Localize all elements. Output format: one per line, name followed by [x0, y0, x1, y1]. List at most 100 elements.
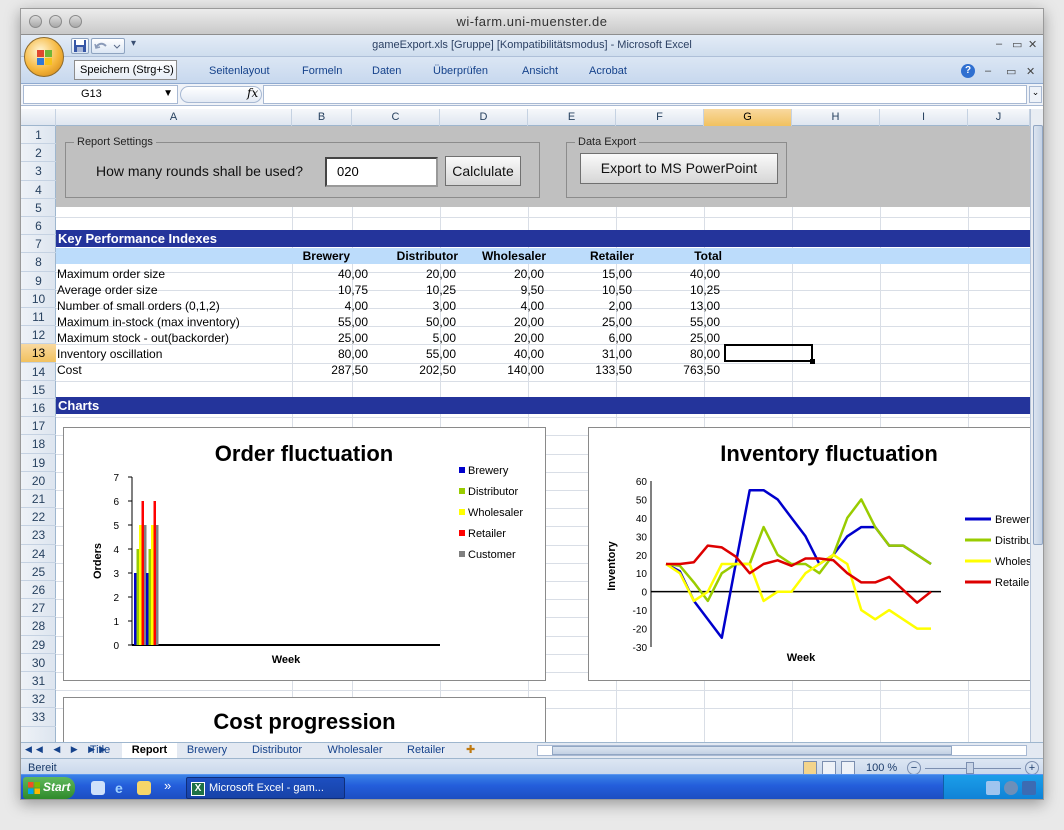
taskbar-excel-button[interactable]: X Microsoft Excel - gam...: [186, 777, 345, 799]
page-layout-view-icon[interactable]: [822, 761, 836, 775]
row-header-16[interactable]: 16: [21, 399, 56, 418]
kpi-cell[interactable]: 80,00: [268, 347, 368, 361]
kpi-cell[interactable]: 20,00: [444, 331, 544, 345]
ribbon-tab-daten[interactable]: Daten: [372, 65, 401, 77]
kpi-cell[interactable]: 13,00: [620, 299, 720, 313]
kpi-cell[interactable]: 80,00: [620, 347, 720, 361]
rounds-input[interactable]: 020: [325, 157, 438, 187]
start-button[interactable]: Start: [23, 777, 75, 799]
doc-close-icon[interactable]: ✕: [1026, 65, 1035, 78]
ribbon-tab-seitenlayout[interactable]: Seitenlayout: [209, 65, 270, 77]
kpi-cell[interactable]: 3,00: [356, 299, 456, 313]
inventory-fluctuation-chart[interactable]: Inventory fluctuation 60 50 40 30 20 10 0 -10 -20…: [588, 427, 1030, 681]
calculate-button[interactable]: Calclulate: [445, 156, 521, 186]
network-icon[interactable]: [986, 781, 1000, 795]
row-header-26[interactable]: 26: [21, 581, 56, 600]
row-header-31[interactable]: 31: [21, 672, 56, 691]
sheet-tab-retailer[interactable]: Retailer: [396, 743, 456, 758]
row-header-25[interactable]: 25: [21, 563, 56, 581]
sheet-tab-title[interactable]: Title: [79, 743, 121, 758]
outlook-icon[interactable]: [137, 781, 151, 795]
kpi-cell[interactable]: 2,00: [532, 299, 632, 313]
office-button[interactable]: [24, 37, 64, 77]
column-header-a[interactable]: A: [56, 109, 292, 126]
column-header-h[interactable]: H: [792, 109, 880, 126]
zoom-in-icon[interactable]: +: [1025, 761, 1039, 775]
row-header-8[interactable]: 8: [21, 253, 56, 272]
column-header-e[interactable]: E: [528, 109, 616, 126]
row-header-18[interactable]: 18: [21, 435, 56, 454]
row-header-5[interactable]: 5: [21, 199, 56, 217]
select-all-corner[interactable]: [21, 109, 56, 126]
selected-cell-g13[interactable]: [724, 344, 815, 364]
row-header-12[interactable]: 12: [21, 326, 56, 345]
row-header-6[interactable]: 6: [21, 217, 56, 236]
quicklaunch-more-icon[interactable]: »: [164, 778, 171, 793]
kpi-cell[interactable]: 763,50: [620, 363, 720, 377]
kpi-cell[interactable]: 31,00: [532, 347, 632, 361]
kpi-cell[interactable]: 202,50: [356, 363, 456, 377]
doc-minimize-icon[interactable]: ‒: [985, 65, 991, 77]
sheet-tab-brewery[interactable]: Brewery: [178, 743, 236, 758]
row-header-24[interactable]: 24: [21, 545, 56, 563]
worksheet-grid[interactable]: Report Settings How many rounds shall be…: [56, 126, 1030, 742]
row-header-10[interactable]: 10: [21, 290, 56, 308]
row-header-14[interactable]: 14: [21, 363, 56, 381]
kpi-cell[interactable]: 10,25: [356, 283, 456, 297]
row-header-1[interactable]: 1: [21, 126, 56, 145]
row-header-22[interactable]: 22: [21, 508, 56, 527]
row-header-27[interactable]: 27: [21, 599, 56, 618]
column-header-g[interactable]: G: [704, 109, 792, 126]
row-header-30[interactable]: 30: [21, 654, 56, 672]
expand-formula-bar-icon[interactable]: ⌄: [1029, 86, 1042, 103]
kpi-cell[interactable]: 55,00: [268, 315, 368, 329]
sheet-tab-report[interactable]: Report: [122, 743, 177, 758]
ribbon-tab-formeln[interactable]: Formeln: [302, 65, 342, 77]
kpi-cell[interactable]: 20,00: [356, 267, 456, 281]
close-icon[interactable]: ✕: [1028, 38, 1037, 51]
kpi-cell[interactable]: 140,00: [444, 363, 544, 377]
column-header-d[interactable]: D: [440, 109, 528, 126]
kpi-cell[interactable]: 10,25: [620, 283, 720, 297]
row-header-17[interactable]: 17: [21, 417, 56, 436]
kpi-cell[interactable]: 40,00: [620, 267, 720, 281]
row-header-9[interactable]: 9: [21, 272, 56, 290]
kpi-cell[interactable]: 5,00: [356, 331, 456, 345]
kpi-cell[interactable]: 20,00: [444, 315, 544, 329]
minimize-icon[interactable]: ‒: [996, 38, 1002, 50]
kpi-cell[interactable]: 55,00: [620, 315, 720, 329]
security-icon[interactable]: [1004, 781, 1018, 795]
column-header-b[interactable]: B: [292, 109, 352, 126]
kpi-cell[interactable]: 4,00: [268, 299, 368, 313]
insert-function-icon[interactable]: fx: [247, 86, 258, 100]
zoom-slider-thumb[interactable]: [966, 762, 974, 774]
page-break-view-icon[interactable]: [841, 761, 855, 775]
ribbon-tab-acrobat[interactable]: Acrobat: [589, 65, 627, 77]
row-header-29[interactable]: 29: [21, 636, 56, 654]
column-header-i[interactable]: I: [880, 109, 968, 126]
kpi-cell[interactable]: 9,50: [444, 283, 544, 297]
restore-icon[interactable]: ▭: [1012, 38, 1022, 51]
kpi-cell[interactable]: 15,00: [532, 267, 632, 281]
desktop-icon[interactable]: [91, 781, 105, 795]
zoom-out-icon[interactable]: −: [907, 761, 921, 775]
row-header-20[interactable]: 20: [21, 472, 56, 490]
ribbon-tab-ansicht[interactable]: Ansicht: [522, 65, 558, 77]
kpi-cell[interactable]: 6,00: [532, 331, 632, 345]
kpi-cell[interactable]: 10,75: [268, 283, 368, 297]
help-icon[interactable]: ?: [961, 64, 975, 78]
formula-input[interactable]: [263, 85, 1027, 104]
name-box[interactable]: G13 ▼: [23, 85, 178, 104]
kpi-cell[interactable]: 40,00: [444, 347, 544, 361]
kpi-cell[interactable]: 50,00: [356, 315, 456, 329]
kpi-cell[interactable]: 287,50: [268, 363, 368, 377]
row-header-15[interactable]: 15: [21, 381, 56, 399]
kpi-cell[interactable]: 20,00: [444, 267, 544, 281]
row-header-3[interactable]: 3: [21, 162, 56, 181]
kpi-cell[interactable]: 4,00: [444, 299, 544, 313]
normal-view-icon[interactable]: [803, 761, 817, 775]
row-header-11[interactable]: 11: [21, 308, 56, 327]
kpi-cell[interactable]: 10,50: [532, 283, 632, 297]
row-header-13[interactable]: 13: [21, 344, 56, 363]
row-header-7[interactable]: 7: [21, 235, 56, 254]
